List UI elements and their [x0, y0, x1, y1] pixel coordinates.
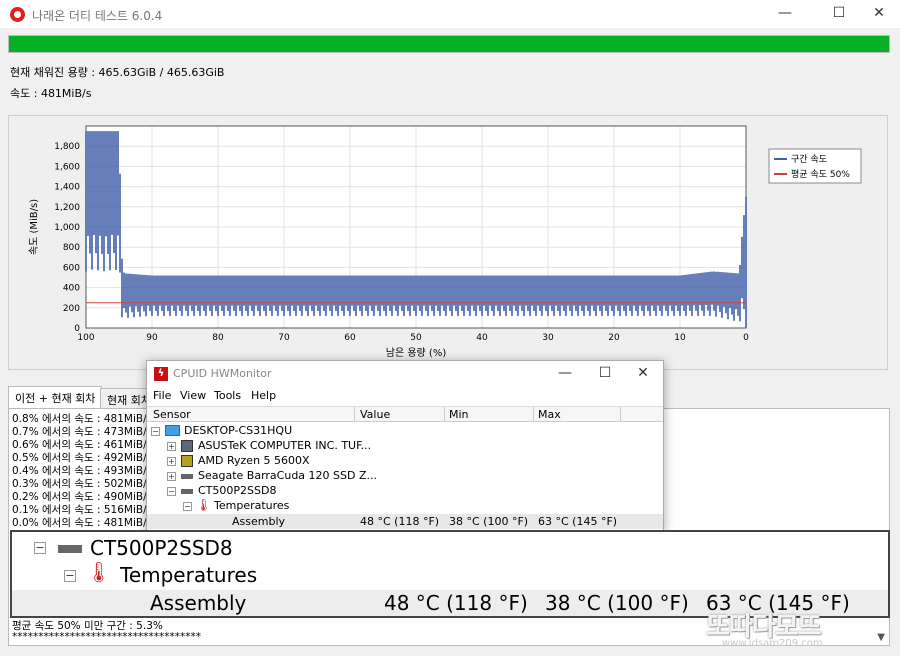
y-axis-label: 속도 (MiB/s) [28, 199, 40, 255]
minimize-button[interactable]: — [762, 0, 808, 28]
x-tick-label: 30 [542, 333, 554, 343]
zoomed-callout: − CT500P2SSD8 − 🌡 Temperatures Assembly … [10, 530, 890, 618]
zoom-drive-label: CT500P2SSD8 [90, 536, 233, 560]
menu-file[interactable]: File [153, 389, 171, 402]
x-tick-label: 80 [212, 333, 224, 343]
watermark-url: www.idsam209.com [722, 638, 823, 649]
hwmonitor-minimize-button[interactable]: — [545, 361, 585, 388]
x-tick-label: 90 [146, 333, 158, 343]
y-tick-label: 1,400 [54, 183, 80, 193]
expand-icon[interactable]: + [167, 442, 176, 451]
x-tick-label: 10 [674, 333, 686, 343]
x-axis-label: 남은 용량 (%) [386, 347, 447, 359]
x-tick-label: 70 [278, 333, 290, 343]
speed-text: 속도 : 481MiB/s [10, 87, 92, 100]
y-tick-label: 1,200 [54, 203, 80, 213]
fill-progress-bar [8, 35, 890, 53]
x-tick-label: 0 [743, 333, 749, 343]
zoom-collapse-icon: − [64, 569, 76, 582]
y-tick-label: 600 [63, 263, 80, 273]
x-tick-label: 100 [77, 333, 94, 343]
scroll-down-arrow-icon[interactable]: ▼ [877, 632, 885, 643]
hwmonitor-title: CPUID HWMonitor [173, 367, 272, 380]
tree-item-assembly[interactable]: Assembly 48 °C (118 °F) 38 °C (100 °F) 6… [147, 514, 663, 529]
legend-label: 구간 속도 [791, 154, 827, 165]
app-logo-icon [10, 7, 25, 22]
x-tick-label: 20 [608, 333, 620, 343]
assembly-max: 63 °C (145 °F) [538, 515, 618, 528]
log-separator-line: ************************************ [12, 631, 201, 643]
close-button[interactable]: ✕ [856, 0, 900, 28]
assembly-min: 38 °C (100 °F) [449, 515, 529, 528]
progress-fill [9, 36, 889, 52]
computer-icon [165, 425, 180, 436]
x-tick-label: 60 [344, 333, 356, 343]
column-max[interactable]: Max [538, 408, 561, 421]
window-title: 나래온 더티 테스트 6.0.4 [32, 9, 163, 23]
column-value[interactable]: Value [360, 408, 390, 421]
speed-chart: 0 200 400 600 800 1,000 1,200 1,400 1,600 1,800 10… [28, 125, 862, 359]
hwmonitor-title-bar: ϟ CPUID HWMonitor — ☐ ✕ [147, 361, 663, 387]
y-tick-label: 200 [63, 304, 80, 314]
motherboard-icon [181, 440, 193, 452]
zoom-group-label: Temperatures [120, 563, 258, 587]
y-tick-label: 1,600 [54, 162, 80, 172]
title-bar: 나래온 더티 테스트 6.0.4 — ☐ ✕ [0, 0, 900, 28]
x-tick-label: 50 [410, 333, 422, 343]
cpu-icon [181, 455, 193, 467]
zoom-thermometer-icon: 🌡 [86, 560, 112, 584]
collapse-icon[interactable]: − [183, 502, 192, 511]
zoom-min: 38 °C (100 °F) [545, 591, 689, 615]
x-tick-label: 40 [476, 333, 488, 343]
assembly-value: 48 °C (118 °F) [360, 515, 440, 528]
assembly-label: Assembly [232, 515, 286, 528]
menu-view[interactable]: View [180, 389, 206, 402]
speed-chart-panel: 0 200 400 600 800 1,000 1,200 1,400 1,600 1,800 10… [8, 115, 888, 370]
y-tick-label: 800 [63, 243, 80, 253]
hwmonitor-close-button[interactable]: ✕ [623, 361, 663, 388]
y-tick-label: 1,000 [54, 223, 80, 233]
menu-help[interactable]: Help [251, 389, 276, 402]
drive-icon [181, 489, 193, 494]
legend-label: 평균 속도 50% [791, 169, 850, 180]
zoom-collapse-icon: − [34, 541, 46, 554]
hwmonitor-maximize-button[interactable]: ☐ [585, 361, 625, 388]
filled-capacity-text: 현재 채워진 용량 : 465.63GiB / 465.63GiB [10, 66, 225, 79]
hwmonitor-window: ϟ CPUID HWMonitor — ☐ ✕ File View Tools … [146, 360, 664, 532]
column-min[interactable]: Min [449, 408, 469, 421]
column-sensor[interactable]: Sensor [153, 408, 191, 421]
y-tick-label: 400 [63, 284, 80, 294]
tab-previous-current[interactable]: 이전 + 현재 회차 [8, 386, 103, 408]
expand-icon[interactable]: + [167, 472, 176, 481]
collapse-icon[interactable]: − [151, 427, 160, 436]
y-tick-label: 1,800 [54, 142, 80, 152]
hwmonitor-logo-icon: ϟ [154, 367, 168, 381]
expand-icon[interactable]: + [167, 457, 176, 466]
thermometer-icon: 🌡 [196, 498, 212, 512]
hwmonitor-column-header: Sensor Value Min Max [147, 406, 663, 422]
zoom-sensor-label: Assembly [150, 591, 247, 615]
menu-tools[interactable]: Tools [214, 389, 241, 402]
log-line: 0.0% 에서의 속도 : 481MiB/s [12, 517, 153, 529]
collapse-icon[interactable]: − [167, 487, 176, 496]
zoom-drive-icon [58, 545, 82, 553]
zoom-value: 48 °C (118 °F) [384, 591, 528, 615]
drive-icon [181, 474, 193, 479]
